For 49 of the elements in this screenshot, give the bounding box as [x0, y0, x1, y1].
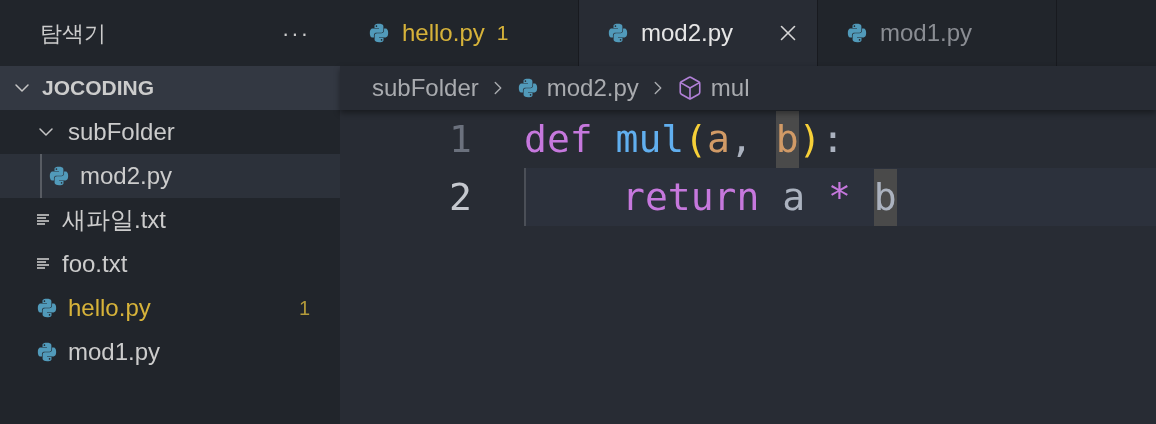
- python-icon: [846, 22, 868, 44]
- code-token: b: [873, 168, 897, 226]
- workspace-name: JOCODING: [42, 75, 154, 102]
- code-token: mul: [614, 115, 685, 163]
- tab-label: mod1.py: [880, 18, 973, 48]
- python-icon: [36, 341, 58, 363]
- tree-item[interactable]: subFolder: [0, 110, 340, 154]
- more-actions-button[interactable]: ···: [282, 16, 310, 50]
- file-name: mod2.py: [80, 161, 174, 191]
- cube-icon: [676, 75, 703, 101]
- text-file-icon: [36, 256, 52, 272]
- breadcrumb-item[interactable]: subFolder: [372, 70, 479, 106]
- problem-count: 1: [298, 296, 310, 321]
- python-icon: [607, 22, 629, 44]
- python-icon: [368, 22, 390, 44]
- code-token: a: [781, 173, 806, 221]
- tree-item[interactable]: foo.txt: [0, 242, 340, 286]
- python-icon: [36, 297, 58, 319]
- sidebar-title: 탐색기: [40, 19, 106, 48]
- file-name: mod1.py: [68, 337, 162, 367]
- tree-item[interactable]: mod1.py: [0, 330, 340, 374]
- code-token: ): [798, 115, 822, 163]
- problem-count: 1: [496, 20, 509, 47]
- tree-item[interactable]: hello.py 1: [0, 286, 340, 330]
- breadcrumb-item[interactable]: mod2.py: [546, 70, 639, 106]
- code-token: :: [821, 115, 845, 163]
- code-token: ,: [729, 115, 753, 163]
- text-file-icon: [36, 212, 52, 228]
- code-token: *: [826, 173, 851, 221]
- breadcrumb-item[interactable]: mul: [710, 70, 750, 106]
- tree-item[interactable]: mod2.py: [0, 154, 340, 198]
- code-token: def: [524, 115, 593, 163]
- line-number: 1: [448, 115, 472, 163]
- code-token: (: [684, 115, 708, 163]
- python-icon: [516, 77, 539, 99]
- file-name: 새파일.txt: [62, 205, 167, 235]
- python-icon: [48, 165, 70, 187]
- tab-label: hello.py: [402, 18, 485, 48]
- code-token: return: [622, 173, 760, 221]
- file-name: hello.py: [68, 293, 152, 323]
- editor-tab[interactable]: mod2.py: [579, 0, 818, 66]
- workspace-header[interactable]: JOCODING: [0, 66, 340, 110]
- code-token: a: [707, 115, 730, 163]
- code-token: b: [775, 110, 799, 168]
- file-name: foo.txt: [62, 249, 129, 279]
- line-number: 2: [448, 173, 472, 221]
- tab-label: mod2.py: [641, 18, 734, 48]
- file-name: subFolder: [68, 117, 176, 147]
- tree-item[interactable]: 새파일.txt: [0, 198, 340, 242]
